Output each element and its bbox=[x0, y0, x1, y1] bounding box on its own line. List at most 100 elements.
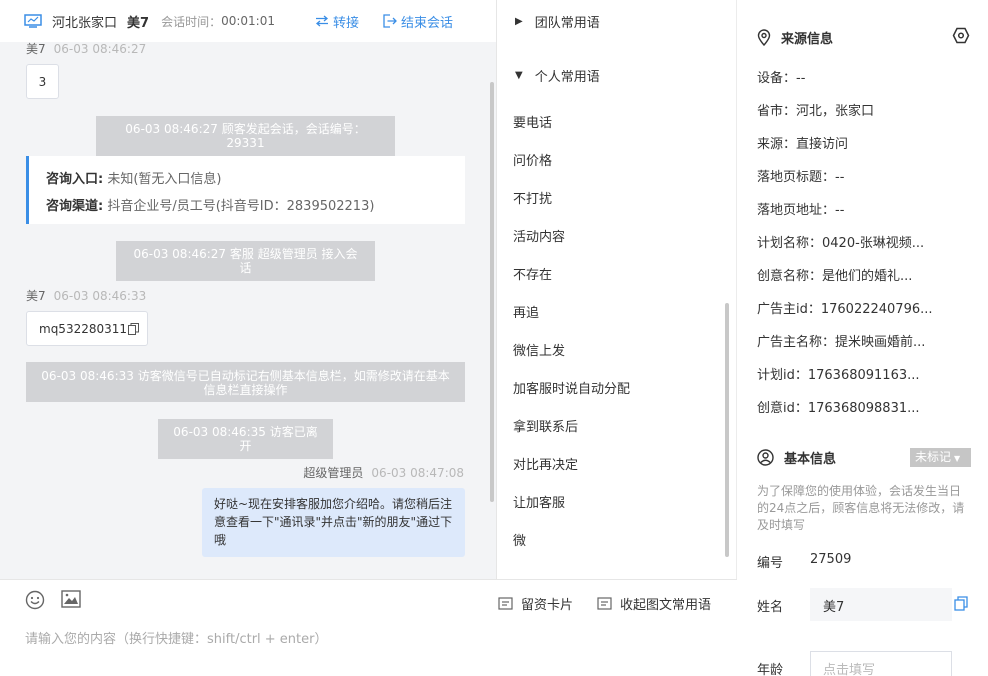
agent-message-bubble: 好哒~现在安排客服加您介绍哈。请您稍后注意查看一下"通讯录"并点击"新的朋友"通… bbox=[202, 488, 465, 557]
chat-header: 河北张家口 美7 会话时间： 00:01:01 转接 结束会话 bbox=[0, 0, 496, 42]
emoji-icon[interactable] bbox=[25, 590, 45, 610]
channel-row: 咨询渠道: 抖音企业号/员工号(抖音号ID：2839502213) bbox=[46, 193, 465, 220]
entry-value: 未知(暂无入口信息) bbox=[107, 172, 222, 187]
caret-down-icon: ▼ bbox=[515, 70, 523, 81]
phrase-item[interactable]: 微 bbox=[513, 530, 526, 549]
collapse-phrases-label: 收起图文常用语 bbox=[620, 598, 712, 613]
phrases-scrollbar[interactable] bbox=[725, 303, 729, 557]
source-row-source: 来源：直接访问 bbox=[757, 137, 849, 152]
user-circle-icon bbox=[757, 449, 774, 466]
copy-icon[interactable] bbox=[954, 596, 968, 611]
source-row-landing-url: 落地页地址：-- bbox=[757, 203, 845, 218]
basic-info-title: 基本信息 bbox=[757, 448, 836, 467]
channel-label: 咨询渠道: bbox=[46, 199, 104, 214]
collapse-phrases-button[interactable]: 收起图文常用语 bbox=[597, 594, 711, 613]
source-row-creative-id: 创意id：176368098831... bbox=[757, 401, 920, 416]
message-time: 06-03 08:46:33 bbox=[53, 289, 147, 303]
source-info-title: 来源信息 bbox=[757, 28, 833, 47]
personal-phrases-group[interactable]: ▼ 个人常用语 bbox=[515, 66, 600, 85]
visitor-message-bubble: 3 bbox=[26, 64, 59, 99]
source-row-creative-name: 创意名称：是他们的婚礼... bbox=[757, 269, 913, 284]
system-message: 06-03 08:46:27 顾客发起会话，会话编号：29331 bbox=[96, 116, 395, 156]
card-icon bbox=[498, 597, 513, 610]
team-phrases-group[interactable]: ▶ 团队常用语 bbox=[515, 12, 600, 31]
lead-card-label: 留资卡片 bbox=[521, 598, 574, 613]
caret-right-icon: ▶ bbox=[515, 16, 523, 27]
lead-card-button[interactable]: 留资卡片 bbox=[498, 594, 573, 613]
message-meta: 美7 06-03 08:46:33 bbox=[26, 287, 146, 304]
visitor-info-panel: 来源信息 设备：-- 省市：河北，张家口 来源：直接访问 落地页标题：-- 落地… bbox=[737, 0, 988, 676]
exit-icon bbox=[383, 14, 397, 28]
sender-name: 超级管理员 bbox=[303, 466, 364, 480]
message-text: mq532280311 bbox=[39, 321, 128, 336]
transfer-icon bbox=[315, 15, 328, 27]
caret-down-icon: ▼ bbox=[954, 454, 961, 463]
name-field[interactable]: 美7 bbox=[810, 588, 952, 621]
visitor-name: 美7 bbox=[127, 15, 150, 31]
source-row-plan-id: 计划id：176368091163... bbox=[757, 368, 920, 383]
phrase-item[interactable]: 不存在 bbox=[513, 264, 552, 283]
system-message: 06-03 08:46:35 访客已离开 bbox=[158, 419, 333, 459]
section-title-text: 来源信息 bbox=[781, 32, 834, 47]
end-session-button[interactable]: 结束会话 bbox=[383, 12, 453, 31]
phrase-item[interactable]: 拿到联系后 bbox=[513, 416, 578, 435]
sender-name: 美7 bbox=[26, 42, 46, 56]
system-message: 06-03 08:46:33 访客微信号已自动标记右侧基本信息栏，如需修改请在基… bbox=[26, 362, 465, 402]
phrase-item[interactable]: 微信上发 bbox=[513, 340, 565, 359]
image-icon[interactable] bbox=[61, 590, 81, 608]
section-title-text: 基本信息 bbox=[784, 452, 837, 467]
tag-dropdown[interactable]: 未标记 ▼ bbox=[910, 448, 971, 467]
sender-name: 美7 bbox=[26, 289, 46, 303]
entry-label: 咨询入口: bbox=[46, 172, 104, 187]
message-input[interactable]: 请输入您的内容（换行快捷键：shift/ctrl + enter） bbox=[25, 628, 328, 647]
phrase-item[interactable]: 对比再决定 bbox=[513, 454, 578, 473]
phrase-item[interactable]: 加客服时说自动分配 bbox=[513, 378, 630, 397]
phrase-item[interactable]: 让加客服 bbox=[513, 492, 565, 511]
edit-notice: 为了保障您的使用体验，会话发生当日的24点之后，顾客信息将无法修改，请及时填写 bbox=[757, 484, 965, 532]
system-message: 06-03 08:46:27 客服 超级管理员 接入会话 bbox=[116, 241, 375, 281]
source-row-advertiser-id: 广告主id：176022240796... bbox=[757, 302, 933, 317]
age-placeholder: 点击填写 bbox=[823, 663, 876, 676]
transfer-label: 转接 bbox=[332, 15, 359, 31]
phrase-item[interactable]: 不打扰 bbox=[513, 188, 552, 207]
session-time-value: 00:01:01 bbox=[221, 14, 275, 28]
source-row-region: 省市：河北，张家口 bbox=[757, 104, 875, 119]
tag-label: 未标记 bbox=[915, 450, 952, 464]
age-field[interactable]: 点击填写 bbox=[810, 651, 952, 676]
message-meta: 美7 06-03 08:46:27 bbox=[26, 40, 146, 57]
source-row-landing-title: 落地页标题：-- bbox=[757, 170, 845, 185]
card-icon bbox=[597, 597, 612, 610]
chat-panel: 美7 06-03 08:46:27 3 06-03 08:46:27 顾客发起会话… bbox=[0, 0, 497, 579]
message-text: 3 bbox=[38, 74, 47, 89]
phrase-item[interactable]: 再追 bbox=[513, 302, 539, 321]
field-label: 姓名 bbox=[757, 600, 784, 615]
phrase-item[interactable]: 问价格 bbox=[513, 150, 552, 169]
visitor-message-bubble: mq532280311 bbox=[26, 311, 148, 346]
settings-hexagon-icon[interactable] bbox=[952, 27, 970, 44]
phrase-item[interactable]: 要电话 bbox=[513, 112, 552, 131]
consult-entry-card: 咨询入口: 未知(暂无入口信息) 咨询渠道: 抖音企业号/员工号(抖音号ID：2… bbox=[26, 156, 465, 224]
visitor-id-value: 27509 bbox=[810, 552, 852, 567]
channel-value: 抖音企业号/员工号(抖音号ID：2839502213) bbox=[107, 199, 375, 214]
end-session-label: 结束会话 bbox=[401, 15, 454, 31]
transfer-button[interactable]: 转接 bbox=[315, 12, 359, 31]
entry-row: 咨询入口: 未知(暂无入口信息) bbox=[46, 166, 465, 193]
copy-icon[interactable] bbox=[128, 322, 140, 335]
field-label: 编号 bbox=[757, 556, 784, 571]
group-label: 个人常用语 bbox=[534, 70, 600, 85]
source-row-advertiser-name: 广告主名称：提米映画婚前... bbox=[757, 335, 926, 350]
visitor-location: 河北张家口 bbox=[52, 15, 118, 31]
phrase-item[interactable]: 活动内容 bbox=[513, 226, 565, 245]
message-time: 06-03 08:47:08 bbox=[371, 466, 464, 480]
session-time-label: 会话时间： bbox=[161, 14, 222, 29]
field-label: 年龄 bbox=[757, 663, 784, 676]
chat-scrollbar[interactable] bbox=[490, 82, 494, 502]
message-time: 06-03 08:46:27 bbox=[53, 42, 147, 56]
source-row-device: 设备：-- bbox=[757, 71, 806, 86]
monitor-icon bbox=[24, 14, 42, 28]
phrases-panel: ▶ 团队常用语 ▼ 个人常用语 要电话 问价格 不打扰 活动内容 不存在 再追 … bbox=[497, 0, 737, 579]
location-pin-icon bbox=[757, 29, 771, 46]
name-value: 美7 bbox=[823, 600, 845, 615]
message-meta: 超级管理员 06-03 08:47:08 bbox=[303, 464, 464, 481]
message-input-area: 留资卡片 收起图文常用语 请输入您的内容（换行快捷键：shift/ctrl + … bbox=[0, 579, 737, 676]
